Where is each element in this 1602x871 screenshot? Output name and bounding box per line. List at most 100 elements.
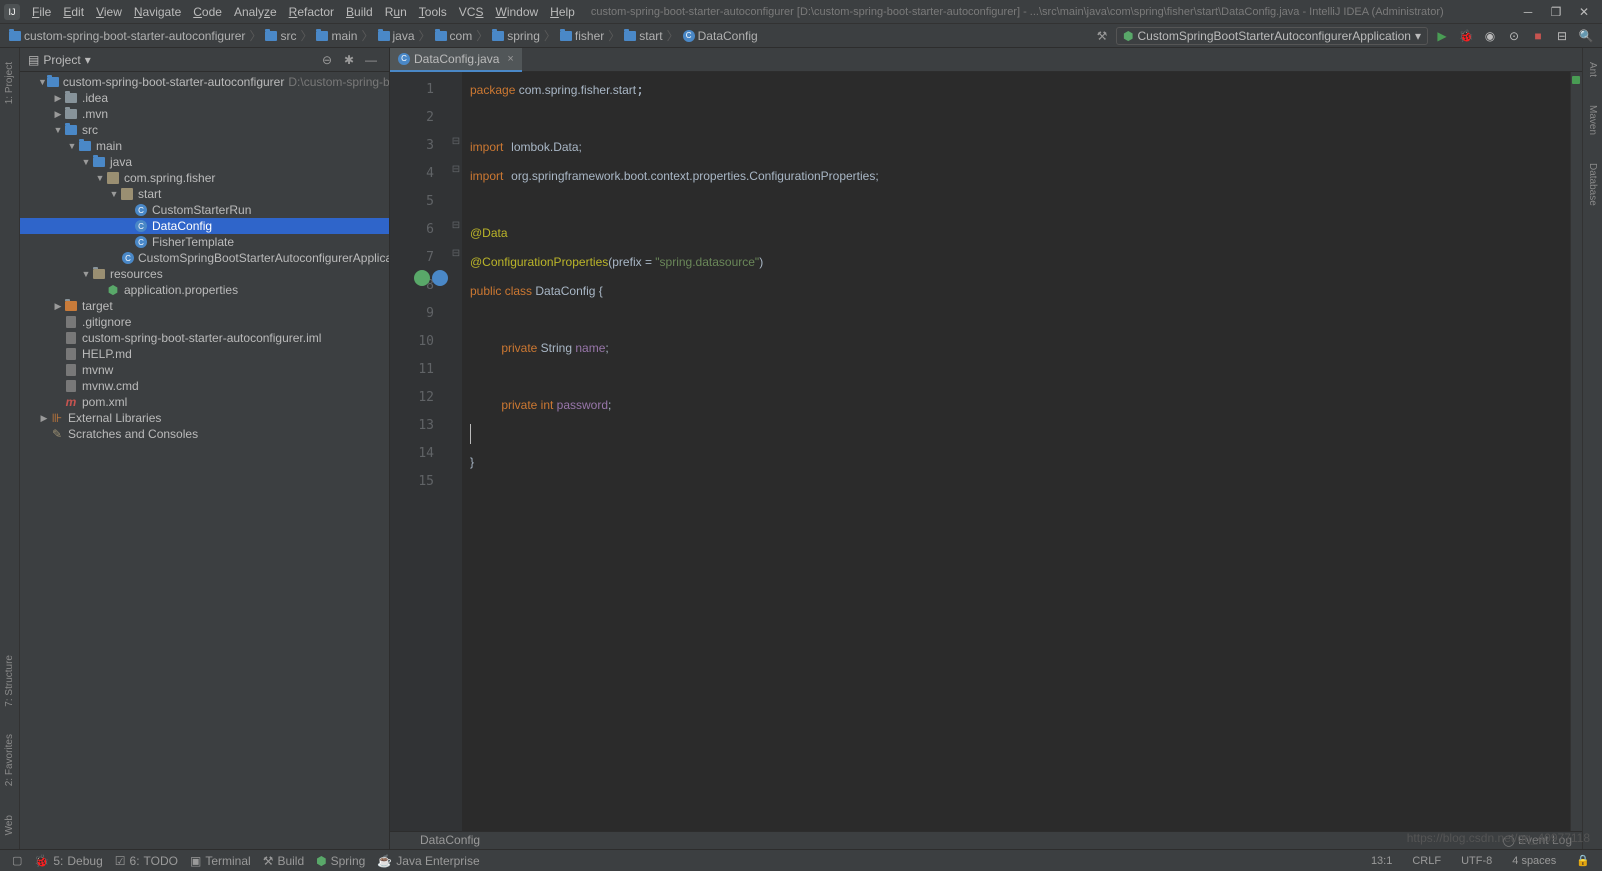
project-tree[interactable]: custom-spring-boot-starter-autoconfigure… (20, 72, 389, 849)
tree-row[interactable]: custom-spring-boot-starter-autoconfigure… (20, 330, 389, 346)
editor-tab-dataconfig[interactable]: C DataConfig.java × (390, 48, 522, 72)
status-terminal[interactable]: ▣Terminal (184, 854, 257, 868)
menu-file[interactable]: File (26, 3, 57, 21)
run-button[interactable]: ▶ (1432, 26, 1452, 46)
run-config-selector[interactable]: ⬢ CustomSpringBootStarterAutoconfigurerA… (1116, 27, 1428, 45)
status-encoding[interactable]: UTF-8 (1455, 855, 1498, 867)
tool-web[interactable]: Web (4, 811, 15, 839)
status-lock-icon[interactable]: 🔒 (1570, 854, 1596, 867)
tree-row[interactable]: ⊪External Libraries (20, 410, 389, 426)
tree-arrow-icon[interactable] (80, 269, 92, 279)
tree-row[interactable]: CDataConfig (20, 218, 389, 234)
menu-vcs[interactable]: VCS (453, 3, 490, 21)
tree-row[interactable]: mvnw.cmd (20, 378, 389, 394)
breadcrumb-spring[interactable]: spring (489, 29, 543, 43)
project-panel-title[interactable]: ▤ Project ▾ (28, 53, 317, 67)
tree-row[interactable]: start (20, 186, 389, 202)
tree-row[interactable]: target (20, 298, 389, 314)
coverage-button[interactable]: ◉ (1480, 26, 1500, 46)
search-button[interactable]: 🔍 (1576, 26, 1596, 46)
menu-analyze[interactable]: Analyze (228, 3, 283, 21)
line-gutter[interactable]: 123456789101112131415 (390, 72, 450, 831)
fold-marker[interactable]: ⊟ (450, 128, 462, 156)
status-todo[interactable]: ☑6: TODO (109, 854, 184, 868)
stop-button[interactable]: ■ (1528, 26, 1548, 46)
tree-arrow-icon[interactable] (52, 125, 64, 135)
tool-favorites[interactable]: 2: Favorites (4, 730, 15, 790)
lombok-icon[interactable] (432, 270, 448, 286)
menu-code[interactable]: Code (187, 3, 228, 21)
tool-project[interactable]: 1: Project (4, 58, 15, 108)
tree-arrow-icon[interactable] (94, 173, 106, 183)
menu-edit[interactable]: Edit (57, 3, 90, 21)
tool-structure[interactable]: 7: Structure (4, 651, 15, 711)
tree-arrow-icon[interactable] (38, 77, 47, 87)
tree-row[interactable]: ⬢application.properties (20, 282, 389, 298)
tree-row[interactable]: resources (20, 266, 389, 282)
fold-marker[interactable]: ⊟ (450, 212, 462, 240)
tree-row[interactable]: mvnw (20, 362, 389, 378)
status-spring[interactable]: ⬢Spring (310, 854, 371, 868)
fold-bar[interactable]: ⊟ ⊟ ⊟ ⊟ (450, 72, 462, 831)
tree-row[interactable]: CCustomSpringBootStarterAutoconfigurerAp… (20, 250, 389, 266)
breadcrumb-dataconfig[interactable]: CDataConfig (680, 29, 761, 43)
breadcrumb-start[interactable]: start (621, 29, 665, 43)
tree-row[interactable]: src (20, 122, 389, 138)
status-line-sep[interactable]: CRLF (1406, 855, 1447, 867)
tree-row[interactable]: .idea (20, 90, 389, 106)
menu-window[interactable]: Window (489, 3, 544, 21)
hide-panel-button[interactable]: — (361, 50, 381, 70)
breadcrumb-com[interactable]: com (432, 29, 476, 43)
tree-row[interactable]: com.spring.fisher (20, 170, 389, 186)
status-toggle-button[interactable]: ▢ (6, 854, 28, 867)
tree-row[interactable]: CFisherTemplate (20, 234, 389, 250)
tree-row[interactable]: ✎Scratches and Consoles (20, 426, 389, 442)
breadcrumb-root[interactable]: custom-spring-boot-starter-autoconfigure… (6, 29, 248, 43)
fold-marker[interactable]: ⊟ (450, 156, 462, 184)
tree-arrow-icon[interactable] (52, 93, 64, 104)
tree-row[interactable]: main (20, 138, 389, 154)
status-debug[interactable]: 🐞5: Debug (28, 854, 108, 868)
breadcrumb-main[interactable]: main (313, 29, 360, 43)
tree-arrow-icon[interactable] (108, 189, 120, 199)
breadcrumb-fisher[interactable]: fisher (557, 29, 607, 43)
close-button[interactable]: ✕ (1570, 0, 1598, 24)
tree-row[interactable]: mpom.xml (20, 394, 389, 410)
layout-button[interactable]: ⊟ (1552, 26, 1572, 46)
menu-navigate[interactable]: Navigate (128, 3, 187, 21)
tool-ant[interactable]: Ant (1587, 58, 1598, 81)
build-button[interactable]: ⚒ (1092, 26, 1112, 46)
panel-settings-button[interactable]: ✱ (339, 50, 359, 70)
tab-close-button[interactable]: × (503, 53, 513, 65)
tree-row[interactable]: CCustomStarterRun (20, 202, 389, 218)
tree-arrow-icon[interactable] (52, 109, 64, 120)
tree-row[interactable]: java (20, 154, 389, 170)
error-stripe[interactable] (1570, 72, 1582, 831)
menu-help[interactable]: Help (544, 3, 581, 21)
tree-arrow-icon[interactable] (80, 157, 92, 167)
tree-row[interactable]: .gitignore (20, 314, 389, 330)
debug-button[interactable]: 🐞 (1456, 26, 1476, 46)
profile-button[interactable]: ⊙ (1504, 26, 1524, 46)
status-event-log[interactable]: ◯ Event Log (1503, 833, 1572, 847)
menu-view[interactable]: View (90, 3, 128, 21)
menu-build[interactable]: Build (340, 3, 379, 21)
breadcrumb-src[interactable]: src (262, 29, 299, 43)
select-open-file-button[interactable]: ⊖ (317, 50, 337, 70)
status-build[interactable]: ⚒Build (257, 854, 310, 868)
tool-maven[interactable]: Maven (1587, 101, 1598, 139)
spring-bean-icon[interactable] (414, 270, 430, 286)
menu-refactor[interactable]: Refactor (283, 3, 340, 21)
code-editor[interactable]: package com.spring.fisher.start; import … (462, 72, 1570, 831)
tree-row[interactable]: HELP.md (20, 346, 389, 362)
minimize-button[interactable]: ─ (1514, 0, 1542, 24)
tree-arrow-icon[interactable] (66, 141, 78, 151)
tool-database[interactable]: Database (1587, 159, 1598, 210)
maximize-button[interactable]: ❐ (1542, 0, 1570, 24)
status-cursor-pos[interactable]: 13:1 (1365, 855, 1398, 867)
menu-run[interactable]: Run (379, 3, 413, 21)
editor-body[interactable]: 123456789101112131415 ⊟ ⊟ ⊟ ⊟ package co… (390, 72, 1582, 831)
tree-row[interactable]: .mvn (20, 106, 389, 122)
tree-arrow-icon[interactable] (38, 413, 50, 424)
tree-arrow-icon[interactable] (52, 301, 64, 312)
